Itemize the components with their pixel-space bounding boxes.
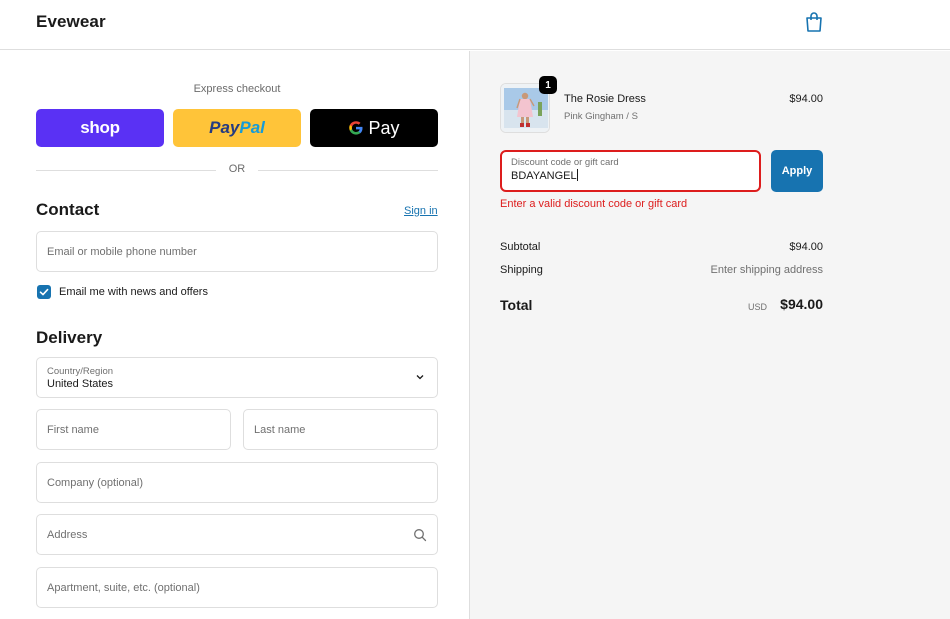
discount-value: BDAYANGEL [511,170,577,182]
product-name: The Rosie Dress [564,93,646,105]
checkout-form: Express checkout shop Pay Pal Pay OR Cont… [0,51,469,619]
paypal-label-pal: Pal [239,118,265,137]
company-field[interactable]: Company (optional) [36,462,438,503]
shipping-row: Shipping Enter shipping address [500,264,823,276]
sign-in-link[interactable]: Sign in [404,205,438,217]
or-divider: OR [36,163,438,177]
subtotal-row: Subtotal $94.00 [500,241,823,253]
country-value: United States [47,378,114,390]
search-icon [414,529,427,542]
product-price: $94.00 [789,93,823,105]
google-pay-button[interactable]: Pay [310,109,438,147]
country-label: Country/Region [47,366,114,377]
email-field[interactable]: Email or mobile phone number [36,231,438,272]
delivery-heading: Delivery [36,328,103,347]
apartment-placeholder: Apartment, suite, etc. (optional) [47,581,200,594]
country-select[interactable]: Country/Region United States [36,357,438,398]
company-placeholder: Company (optional) [47,476,143,489]
google-g-icon [349,121,363,135]
total-currency: USD [747,302,767,312]
brand-logo[interactable]: Evewear [36,12,106,32]
checkmark-icon [39,288,49,296]
quantity-badge: 1 [539,76,557,94]
newsletter-checkbox[interactable] [37,285,51,299]
shop-pay-label: shop [80,118,120,137]
text-caret [576,169,578,181]
subtotal-value: $94.00 [789,241,823,253]
newsletter-option: Email me with news and offers [37,285,208,299]
subtotal-label: Subtotal [500,241,541,253]
google-pay-label: Pay [368,117,400,138]
apartment-field[interactable]: Apartment, suite, etc. (optional) [36,567,438,608]
product-variant: Pink Gingham / S [564,111,638,122]
shipping-value: Enter shipping address [710,264,823,276]
site-header: Evewear [0,0,950,50]
discount-error-message: Enter a valid discount code or gift card [500,198,688,210]
address-placeholder: Address [47,528,88,541]
newsletter-label: Email me with news and offers [59,286,208,298]
shopping-bag-icon[interactable] [804,11,824,33]
shop-pay-button[interactable]: shop [36,109,164,147]
first-name-placeholder: First name [47,423,99,436]
total-value: $94.00 [780,296,823,312]
contact-heading: Contact [36,200,100,219]
discount-label: Discount code or gift card [511,157,619,168]
last-name-placeholder: Last name [254,423,306,436]
discount-code-input[interactable]: Discount code or gift card BDAYANGEL [500,150,761,192]
shipping-label: Shipping [500,264,543,276]
discount-value-row: BDAYANGEL [511,169,750,182]
total-label: Total [500,297,533,313]
last-name-field[interactable]: Last name [243,409,438,450]
paypal-button[interactable]: Pay Pal [173,109,301,147]
divider-line-right [258,170,438,171]
first-name-field[interactable]: First name [36,409,231,450]
express-checkout-label: Express checkout [193,83,281,95]
paypal-label-pay: Pay [209,118,240,137]
or-label: OR [228,163,246,175]
order-summary: 1 The Rosie Dress Pink Gingham / S $94.0… [470,51,950,619]
email-placeholder: Email or mobile phone number [47,245,197,258]
chevron-down-icon [416,375,424,380]
apply-discount-button[interactable]: Apply [771,150,823,192]
address-field[interactable]: Address [36,514,438,555]
